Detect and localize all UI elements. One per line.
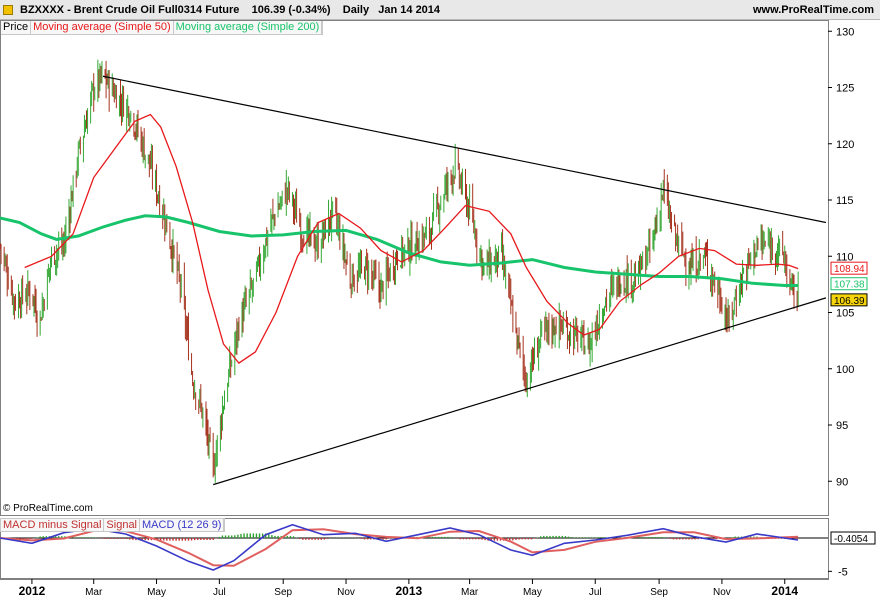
- y-tick-label: 90: [836, 476, 848, 488]
- last-value-label: 106.39: [834, 296, 865, 307]
- x-tick-label: Sep: [274, 587, 292, 598]
- x-tick-label: May: [523, 587, 542, 598]
- legend-macd-signal[interactable]: Signal: [104, 519, 140, 531]
- last-value-label: 108.94: [834, 264, 865, 275]
- last-value-label: 107.38: [834, 280, 865, 291]
- y-tick-label: 100: [836, 364, 854, 376]
- x-tick-label: 2014: [771, 584, 798, 598]
- macd-legend: MACD minus Signal Signal MACD (12 26 9): [0, 518, 226, 532]
- x-tick-label: Jul: [213, 587, 226, 598]
- y-tick-label: 125: [836, 83, 854, 95]
- x-tick-label: Nov: [337, 587, 355, 598]
- x-tick-label: Mar: [461, 587, 479, 598]
- legend-macd[interactable]: MACD (12 26 9): [140, 519, 225, 531]
- x-tick-label: Mar: [85, 587, 103, 598]
- x-tick-label: Nov: [713, 587, 731, 598]
- price-bars: [0, 59, 799, 483]
- trendline-lower: [213, 297, 827, 486]
- macd-signal-line: [0, 528, 799, 567]
- x-tick-label: 2013: [395, 584, 422, 598]
- macd-last-label: -0.4054: [834, 534, 868, 545]
- x-tick-label: May: [147, 587, 166, 598]
- macd-y-tick-label: -5: [838, 566, 848, 578]
- x-tick-label: Sep: [650, 587, 668, 598]
- chart-window: BZXXXX - Brent Crude Oil Full0314 Future…: [0, 0, 880, 600]
- y-tick-label: 115: [836, 195, 854, 207]
- y-tick-label: 130: [836, 26, 854, 38]
- x-tick-label: Jul: [589, 587, 602, 598]
- chart-canvas[interactable]: 90 95 100 105 110 115 120 125 130 2012 Mar May Jul Se…: [0, 0, 880, 600]
- legend-macd-hist[interactable]: MACD minus Signal: [1, 519, 105, 531]
- y-tick-label: 105: [836, 308, 854, 320]
- y-tick-label: 110: [836, 251, 854, 263]
- copyright-label: © ProRealTime.com: [3, 503, 93, 514]
- trendline-upper: [102, 75, 827, 224]
- price-panel-frame: [0, 20, 829, 516]
- x-tick-label: 2012: [19, 584, 46, 598]
- y-tick-label: 95: [836, 420, 848, 432]
- y-tick-label: 120: [836, 139, 854, 151]
